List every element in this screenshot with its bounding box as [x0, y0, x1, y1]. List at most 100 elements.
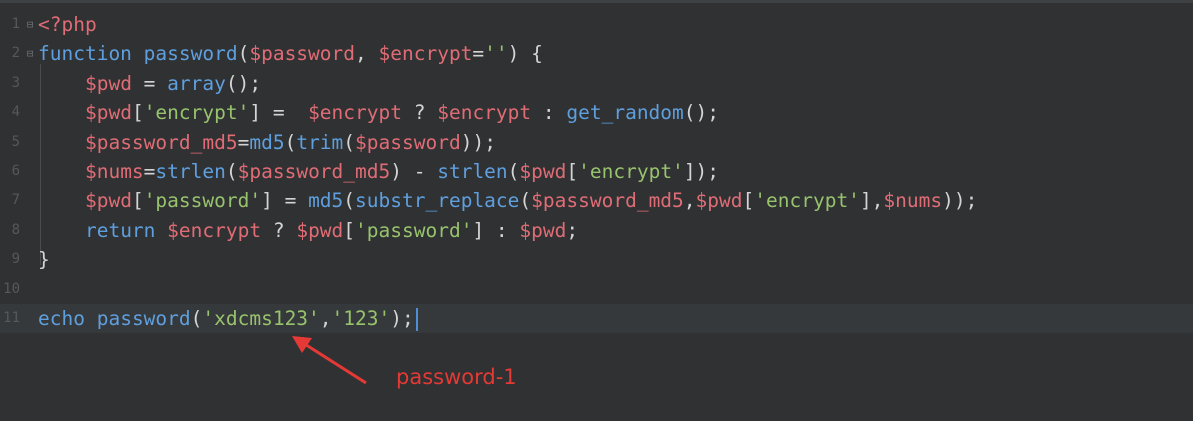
- code-line[interactable]: 9}: [0, 245, 1193, 274]
- code-token: $password: [249, 42, 356, 66]
- code-token: $password_md5: [237, 160, 391, 183]
- code-token: trim: [296, 130, 344, 154]
- code-token: <?php: [38, 13, 97, 36]
- code-token: 'password': [355, 218, 473, 242]
- line-number: 11: [3, 310, 20, 326]
- code-token: ],: [859, 189, 884, 213]
- code-editor[interactable]: 1 ⊟ <?php 2 ⊟ function password($password, $e…: [0, 0, 1193, 421]
- code-line[interactable]: 3 $pwd = array();: [0, 69, 1193, 98]
- code-token: ;: [566, 218, 579, 242]
- code-token: (: [343, 189, 356, 213]
- fold-toggle-icon[interactable]: ⊟: [24, 10, 36, 39]
- code-token: ,: [319, 307, 332, 330]
- code-line[interactable]: 7 $pwd['password'] = md5(substr_replace(…: [0, 186, 1193, 215]
- code-token: $encrypt: [308, 101, 402, 125]
- line-number: 3: [11, 74, 20, 91]
- code-token: ,: [683, 189, 696, 213]
- line-number: 2: [11, 45, 20, 62]
- code-token: (: [225, 160, 238, 183]
- code-token: return: [84, 218, 156, 242]
- code-token: ] =: [249, 101, 309, 125]
- code-token: array: [167, 71, 226, 95]
- annotation-label: password-1: [396, 365, 517, 389]
- code-token: $pwd: [519, 218, 567, 242]
- code-token: ,: [355, 42, 379, 66]
- code-token: $pwd: [84, 71, 132, 95]
- line-number: 6: [11, 163, 20, 179]
- line-number: 1: [11, 16, 20, 32]
- line-number: 4: [11, 104, 20, 121]
- code-token: $pwd: [84, 189, 132, 213]
- code-token: ) -: [390, 160, 438, 183]
- code-token: md5: [249, 130, 285, 154]
- code-token: password: [96, 307, 191, 330]
- line-number: 10: [3, 280, 20, 297]
- code-token: $nums: [84, 160, 144, 183]
- code-text: return $encrypt ? $pwd['password'] : $pw…: [38, 216, 578, 245]
- code-token: =: [472, 42, 485, 66]
- code-token: password: [143, 42, 238, 66]
- code-line[interactable]: 2 ⊟ function password($password, $encrypt=…: [0, 39, 1193, 68]
- code-token: 'password': [143, 189, 262, 213]
- code-token: function: [38, 42, 132, 66]
- code-token: 'encrypt': [754, 189, 860, 213]
- code-token: ();: [225, 71, 262, 95]
- code-token: [: [131, 101, 144, 125]
- code-token: $pwd: [296, 218, 344, 242]
- code-token: ] :: [472, 218, 520, 242]
- code-token: md5: [308, 189, 344, 213]
- code-token: ] =: [261, 189, 309, 213]
- code-token: get_random: [566, 101, 684, 125]
- code-line[interactable]: 4 $pwd['encrypt'] = $encrypt ? $encrypt …: [0, 98, 1193, 127]
- code-token: substr_replace: [355, 189, 520, 213]
- code-line[interactable]: 8 return $encrypt ? $pwd['password'] : $…: [0, 216, 1193, 245]
- code-token: $nums: [883, 189, 943, 213]
- code-token: (: [507, 160, 520, 183]
- code-token: =: [131, 71, 168, 95]
- code-token: echo: [38, 307, 85, 330]
- code-token: '123': [331, 307, 391, 330]
- code-text: echo password('xdcms123','123');: [38, 304, 418, 333]
- code-token: $encrypt: [378, 42, 473, 66]
- code-token: (: [284, 130, 297, 154]
- code-token: $password_md5: [531, 189, 684, 213]
- code-line[interactable]: 11 echo password('xdcms123','123');: [0, 304, 1193, 333]
- code-text: function password($password, $encrypt=''…: [38, 39, 543, 68]
- code-token: $encrypt: [167, 218, 262, 242]
- code-token: [: [566, 160, 579, 183]
- code-token: (: [190, 307, 203, 330]
- line-number: 5: [11, 133, 20, 150]
- code-text: $password_md5=md5(trim($password));: [38, 128, 496, 157]
- code-line[interactable]: 1 ⊟ <?php: [0, 10, 1193, 39]
- code-line[interactable]: 10: [0, 275, 1193, 304]
- line-number: 7: [11, 192, 20, 209]
- code-token: ));: [942, 189, 978, 213]
- code-token: :: [531, 101, 567, 125]
- code-text: $pwd = array();: [38, 69, 261, 98]
- code-token: [: [343, 218, 356, 242]
- code-token: (: [343, 130, 356, 154]
- code-token: $pwd: [695, 189, 743, 213]
- code-line[interactable]: 5 $password_md5=md5(trim($password));: [0, 128, 1193, 157]
- line-number: 8: [11, 221, 20, 238]
- code-token: =: [143, 160, 156, 183]
- code-token: strlen: [437, 160, 508, 183]
- code-token: $pwd: [519, 160, 567, 183]
- text-cursor: [415, 308, 418, 331]
- code-token: =: [237, 130, 250, 154]
- code-token: $password: [355, 130, 461, 154]
- code-text: }: [38, 245, 50, 274]
- code-token: [: [131, 189, 144, 213]
- fold-toggle-icon[interactable]: ⊟: [24, 39, 36, 68]
- code-token: (: [237, 42, 250, 66]
- code-token: ?: [261, 218, 297, 242]
- line-number: 9: [11, 251, 20, 268]
- code-line[interactable]: 6 $nums=strlen($password_md5) - strlen($…: [0, 157, 1193, 186]
